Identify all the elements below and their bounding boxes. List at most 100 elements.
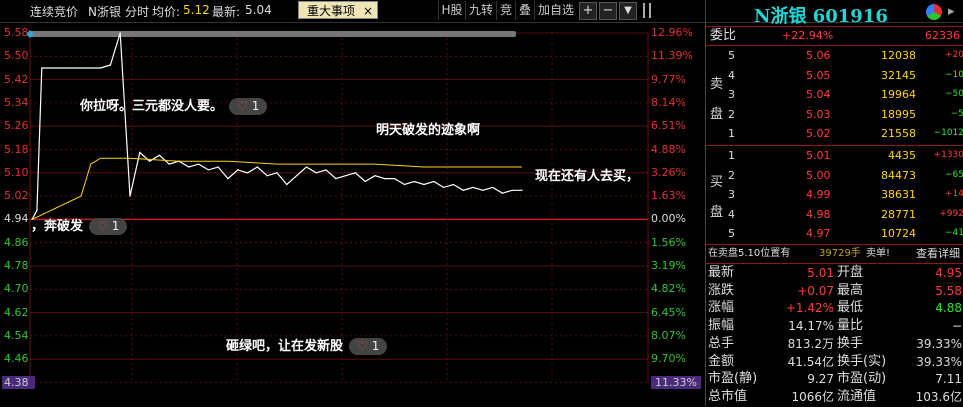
stat-row: 总市值 1066亿 流通值 103.6亿 — [706, 388, 963, 407]
price-point — [266, 175, 268, 177]
price-point — [119, 32, 121, 34]
zoom-in-icon[interactable]: + — [579, 2, 597, 20]
price-point — [374, 175, 376, 177]
stat-label: 涨幅 — [708, 300, 735, 316]
order-book-row[interactable]: 5 5.06 12038 +20 — [706, 46, 963, 65]
view-details-link[interactable]: 查看详细 — [916, 244, 960, 263]
comment-bubble[interactable]: ，奔破发 ♡ 1 — [31, 215, 128, 235]
stat-label: 总手 — [708, 335, 735, 351]
order-level: 3 — [728, 88, 735, 102]
stat-value: +1.42% — [785, 301, 834, 316]
like-button[interactable]: ♡ 1 — [349, 338, 388, 355]
expand-icon[interactable]: ▸ — [948, 4, 960, 20]
stat-label: 最新 — [708, 265, 735, 280]
price-tick-label: 5.18 — [4, 142, 29, 156]
h-share-button[interactable]: H股 — [438, 1, 465, 20]
order-price: 5.02 — [806, 127, 831, 141]
stat-label: 金额 — [708, 353, 735, 369]
stat-value: 4.95 — [935, 266, 962, 280]
price-point — [100, 67, 102, 69]
stat-value: 39.33% — [916, 354, 962, 369]
price-point — [207, 169, 209, 171]
weibi-value: +22.94% — [782, 29, 834, 42]
price-tick-label: 4.86 — [4, 235, 29, 249]
stat-value: − — [951, 319, 962, 334]
price-point — [198, 163, 200, 165]
order-book-row[interactable]: 1 5.02 21558 −1012 — [706, 124, 963, 143]
comment-text: 明天破发的迹象啊 — [376, 123, 481, 138]
order-book-row[interactable]: 2 5.00 84473 −65 — [706, 166, 963, 185]
order-book-row[interactable]: 1 5.01 4435 +1330 — [706, 146, 963, 165]
order-price: 5.01 — [806, 149, 831, 162]
price-point — [149, 160, 151, 162]
like-count: 1 — [251, 99, 260, 113]
price-point — [364, 180, 366, 183]
stat-value: 14.17% — [788, 319, 834, 334]
price-point — [217, 166, 219, 168]
stat-row: 涨跌 +0.07 最高 5.58 — [706, 282, 963, 301]
stat-label: 市盈(动) — [837, 371, 887, 387]
comment-bubble[interactable]: 你拉呀。三元都没人要。 ♡ 1 — [80, 95, 268, 115]
percent-tick-label: 12.96% — [651, 26, 693, 39]
order-volume: 19964 — [881, 88, 916, 102]
price-tick-label: 5.10 — [4, 165, 29, 179]
large-order-notice: 在卖盘5.10位置有 39729手 卖单! 查看详细 — [706, 244, 963, 263]
order-book-row[interactable]: 4 4.98 28771 +992 — [706, 205, 963, 224]
order-level: 1 — [728, 149, 735, 162]
like-button[interactable]: ♡ 1 — [229, 98, 268, 115]
order-book-row[interactable]: 5 4.97 10724 −41 — [706, 224, 963, 243]
price-point — [482, 189, 484, 191]
order-change: +1330 — [933, 150, 963, 160]
price-tick-label: 5.58 — [4, 26, 29, 39]
price-point — [158, 154, 160, 156]
order-level: 1 — [728, 127, 735, 141]
order-price: 5.03 — [806, 107, 831, 121]
order-price: 5.05 — [806, 68, 831, 82]
percent-tick-label: 9.70% — [651, 352, 686, 366]
order-book-row[interactable]: 4 5.05 32145 −10 — [706, 66, 963, 85]
zoom-out-icon[interactable]: − — [599, 2, 617, 20]
order-book-row[interactable]: 3 4.99 38631 +14 — [706, 185, 963, 204]
add-watchlist-button[interactable]: 加自选 — [534, 1, 577, 20]
dropdown-icon[interactable]: ▼ — [619, 2, 637, 20]
nine-turn-button[interactable]: 九转 — [465, 1, 496, 20]
like-button[interactable]: ♡ 1 — [89, 218, 128, 235]
price-point — [139, 151, 141, 154]
pie-icon[interactable] — [926, 4, 942, 20]
price-point — [286, 183, 288, 186]
stat-value: +0.07 — [797, 283, 834, 298]
price-point — [492, 186, 494, 188]
splitter-handle-icon[interactable] — [643, 3, 651, 18]
stat-label: 振幅 — [708, 318, 735, 334]
stat-value: 103.6亿 — [915, 389, 962, 404]
stat-row: 总手 813.2万 换手 39.33% — [706, 335, 963, 354]
comment-text: ，奔破发 — [31, 219, 84, 234]
comment-bubble[interactable]: 明天破发的迹象啊 — [376, 119, 480, 138]
weibi-label: 委比 — [710, 28, 737, 43]
price-point — [90, 67, 92, 69]
percent-tick-label: 6.45% — [651, 305, 686, 319]
order-book-row[interactable]: 3 5.04 19964 −50 — [706, 85, 963, 104]
percent-tick-label: 4.88% — [651, 142, 686, 156]
stat-label: 换手 — [837, 335, 864, 351]
price-point — [354, 172, 356, 174]
price-point — [443, 186, 445, 188]
price-point — [188, 166, 190, 168]
auction-button[interactable]: 竞 — [496, 1, 515, 20]
order-level: 4 — [728, 207, 735, 221]
chart-type-label: 分时 — [125, 5, 150, 19]
price-point — [413, 180, 415, 183]
comment-bubble[interactable]: 砸绿吧，让在发新股 ♡ 1 — [226, 335, 388, 355]
overlay-button[interactable]: 叠 — [515, 1, 534, 20]
order-book-row[interactable]: 2 5.03 18995 −5 — [706, 105, 963, 124]
close-icon[interactable]: × — [363, 2, 373, 20]
price-point — [256, 166, 258, 168]
order-volume: 4435 — [888, 149, 916, 162]
intraday-chart: 5.58 5.50 5.42 5.34 5.26 5.18 5.10 5.02 4.94 4.86… — [0, 22, 704, 406]
price-point — [315, 172, 317, 174]
comment-bubble[interactable]: 现在还有人去买， — [535, 165, 639, 184]
heart-icon: ♡ — [97, 219, 108, 233]
tab-major-events[interactable]: 重大事项 × — [298, 1, 378, 19]
stock-short-name: N浙银 — [88, 5, 121, 19]
price-tick-label: 5.34 — [4, 95, 29, 109]
